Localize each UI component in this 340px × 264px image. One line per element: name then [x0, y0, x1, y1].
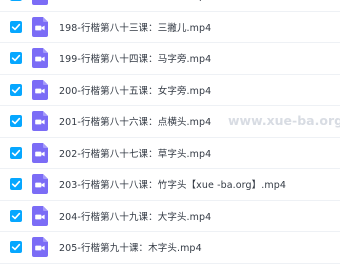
checkbox-checked-icon[interactable] [10, 115, 22, 128]
file-row[interactable]: 200-行楷第八十五课：女字旁.mp4 [0, 75, 340, 106]
file-row[interactable]: 201-行楷第八十六课：点横头.mp4 [0, 106, 340, 138]
file-row[interactable]: 204-行楷第八十九课：大字头.mp4 [0, 201, 340, 232]
video-file-icon [32, 237, 48, 258]
checkbox-checked-icon[interactable] [10, 241, 22, 254]
checkbox-checked-icon[interactable] [10, 0, 22, 2]
video-file-icon [32, 142, 48, 163]
video-file-icon [32, 111, 48, 132]
video-file-icon [32, 0, 48, 6]
checkbox-checked-icon[interactable] [10, 83, 22, 96]
file-row[interactable]: 199-行楷第八十四课：马字旁.mp4 [0, 43, 340, 75]
video-file-icon [32, 16, 48, 37]
file-name[interactable]: 198-行楷第八十三课：三撇儿.mp4 [59, 20, 211, 34]
file-name[interactable]: 205-行楷第九十课：木字头.mp4 [59, 240, 202, 254]
file-row[interactable]: 203-行楷第八十八课：竹字头【xue -ba.org】.mp4 [0, 169, 340, 201]
file-row[interactable]: 198-行楷第八十三课：三撇儿.mp4 [0, 12, 340, 43]
file-name[interactable]: 204-行楷第八十九课：大字头.mp4 [59, 209, 211, 223]
video-file-icon [32, 205, 48, 226]
file-row[interactable]: 197-行楷第八十二课：之字旁.mp4 [0, 0, 340, 12]
checkbox-checked-icon[interactable] [10, 20, 22, 33]
checkbox-checked-icon[interactable] [10, 178, 22, 191]
checkbox-checked-icon[interactable] [10, 146, 22, 159]
file-name[interactable]: 200-行楷第八十五课：女字旁.mp4 [59, 83, 211, 97]
file-name[interactable]: 199-行楷第八十四课：马字旁.mp4 [59, 51, 211, 65]
checkbox-checked-icon[interactable] [10, 209, 22, 222]
file-name[interactable]: 201-行楷第八十六课：点横头.mp4 [59, 114, 211, 128]
video-file-icon [32, 174, 48, 195]
file-name[interactable]: 203-行楷第八十八课：竹字头【xue -ba.org】.mp4 [59, 177, 286, 191]
file-row[interactable]: 205-行楷第九十课：木字头.mp4 [0, 232, 340, 264]
video-file-icon [32, 79, 48, 100]
file-row[interactable]: 202-行楷第八十七课：草字头.mp4 [0, 138, 340, 169]
checkbox-checked-icon[interactable] [10, 52, 22, 65]
file-list: 197-行楷第八十二课：之字旁.mp4 198-行楷第八十三课：三撇儿.mp4 19… [0, 0, 340, 264]
file-name[interactable]: 202-行楷第八十七课：草字头.mp4 [59, 146, 211, 160]
file-name[interactable]: 197-行楷第八十二课：之字旁.mp4 [59, 0, 211, 2]
video-file-icon [32, 48, 48, 69]
